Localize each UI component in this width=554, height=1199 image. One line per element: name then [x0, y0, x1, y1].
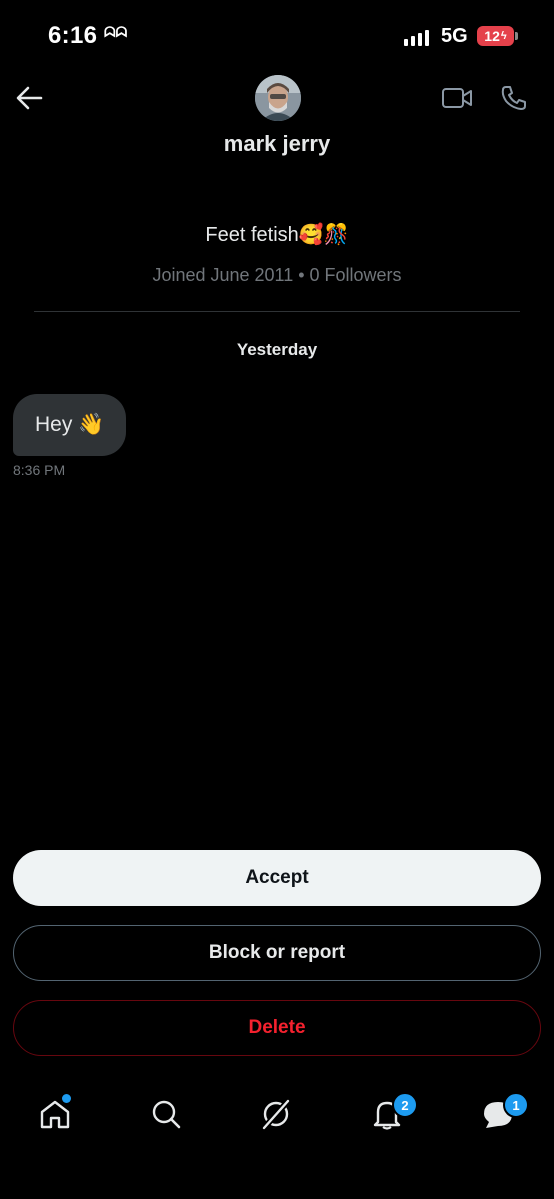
delete-button[interactable]: Delete — [13, 1000, 541, 1056]
phone-call-button[interactable] — [500, 84, 528, 112]
home-notification-dot — [62, 1094, 71, 1103]
nav-search[interactable] — [149, 1097, 183, 1131]
video-call-button[interactable] — [441, 85, 473, 111]
accept-button[interactable]: Accept — [13, 850, 541, 906]
date-separator: Yesterday — [236, 340, 318, 359]
network-label: 5G — [441, 25, 468, 47]
status-activity-glyph: ᗣᗣ — [104, 24, 128, 40]
message-bubble[interactable]: Hey 👋 — [13, 394, 127, 456]
block-or-report-button[interactable]: Block or report — [13, 925, 541, 981]
phone-call-icon — [501, 86, 526, 110]
contact-name[interactable]: mark jerry — [0, 131, 554, 157]
signal-icon — [404, 28, 429, 46]
video-call-icon — [442, 88, 472, 108]
messages-badge: 1 — [503, 1092, 529, 1118]
divider — [34, 311, 520, 312]
battery-indicator: 12 ϟ — [477, 26, 514, 46]
notifications-badge: 2 — [392, 1092, 418, 1118]
nav-grok[interactable] — [259, 1097, 293, 1131]
message-timestamp: 8:36 PM — [13, 462, 66, 478]
battery-level: 12 — [484, 28, 500, 44]
avatar[interactable] — [255, 75, 301, 121]
profile-joined-info: Joined June 2011 • 0 Followers — [152, 265, 402, 285]
back-button[interactable] — [14, 84, 44, 112]
profile-bio: Feet fetish🥰🎊 — [205, 224, 349, 246]
battery-cap — [515, 32, 518, 40]
grok-icon — [261, 1099, 291, 1130]
search-icon — [152, 1100, 181, 1129]
charging-icon: ϟ — [500, 30, 507, 42]
back-arrow-icon — [16, 86, 43, 110]
status-time: 6:16 — [48, 22, 98, 49]
message-text: Hey 👋 — [35, 413, 105, 436]
avatar-photo — [255, 75, 301, 121]
